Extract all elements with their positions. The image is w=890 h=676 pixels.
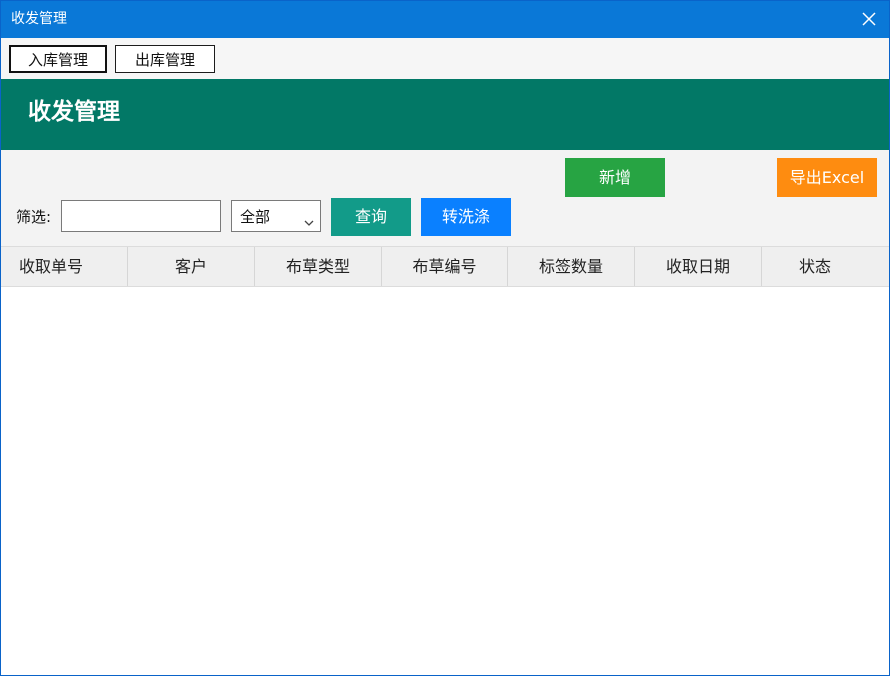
column-header-status[interactable]: 状态 xyxy=(762,247,868,286)
filter-select-value: 全部 xyxy=(240,208,271,226)
close-icon[interactable] xyxy=(859,9,879,29)
column-header-tag-count[interactable]: 标签数量 xyxy=(508,247,635,286)
transfer-wash-button[interactable]: 转洗涤 xyxy=(421,198,511,236)
filter-input[interactable] xyxy=(61,200,221,232)
tab-inbound[interactable]: 入库管理 xyxy=(9,45,107,73)
table-body xyxy=(1,287,889,675)
filter-select[interactable]: 全部 xyxy=(231,200,321,232)
title-bar: 收发管理 xyxy=(1,1,889,38)
column-header-receipt-no[interactable]: 收取单号 xyxy=(1,247,128,286)
add-button[interactable]: 新增 xyxy=(565,158,665,197)
page-title: 收发管理 xyxy=(28,99,120,125)
toolbar: 新增 导出Excel 筛选: 全部 查询 转洗涤 xyxy=(1,150,889,246)
column-header-receipt-date[interactable]: 收取日期 xyxy=(635,247,762,286)
window-title: 收发管理 xyxy=(11,11,67,27)
column-header-customer[interactable]: 客户 xyxy=(128,247,255,286)
query-button[interactable]: 查询 xyxy=(331,198,411,236)
chevron-down-icon xyxy=(304,212,314,226)
tab-strip: 入库管理 出库管理 xyxy=(1,38,889,79)
export-excel-button[interactable]: 导出Excel xyxy=(777,158,877,197)
filter-label: 筛选: xyxy=(16,208,52,226)
data-table: 收取单号 客户 布草类型 布草编号 标签数量 收取日期 状态 xyxy=(1,246,889,675)
column-header-linen-type[interactable]: 布草类型 xyxy=(255,247,382,286)
app-window: 收发管理 入库管理 出库管理 收发管理 新增 导出Excel 筛选: 全部 查询 xyxy=(0,0,890,676)
tab-outbound[interactable]: 出库管理 xyxy=(115,45,215,73)
table-header: 收取单号 客户 布草类型 布草编号 标签数量 收取日期 状态 xyxy=(1,246,889,287)
column-header-linen-code[interactable]: 布草编号 xyxy=(382,247,508,286)
page-header: 收发管理 xyxy=(1,79,889,150)
